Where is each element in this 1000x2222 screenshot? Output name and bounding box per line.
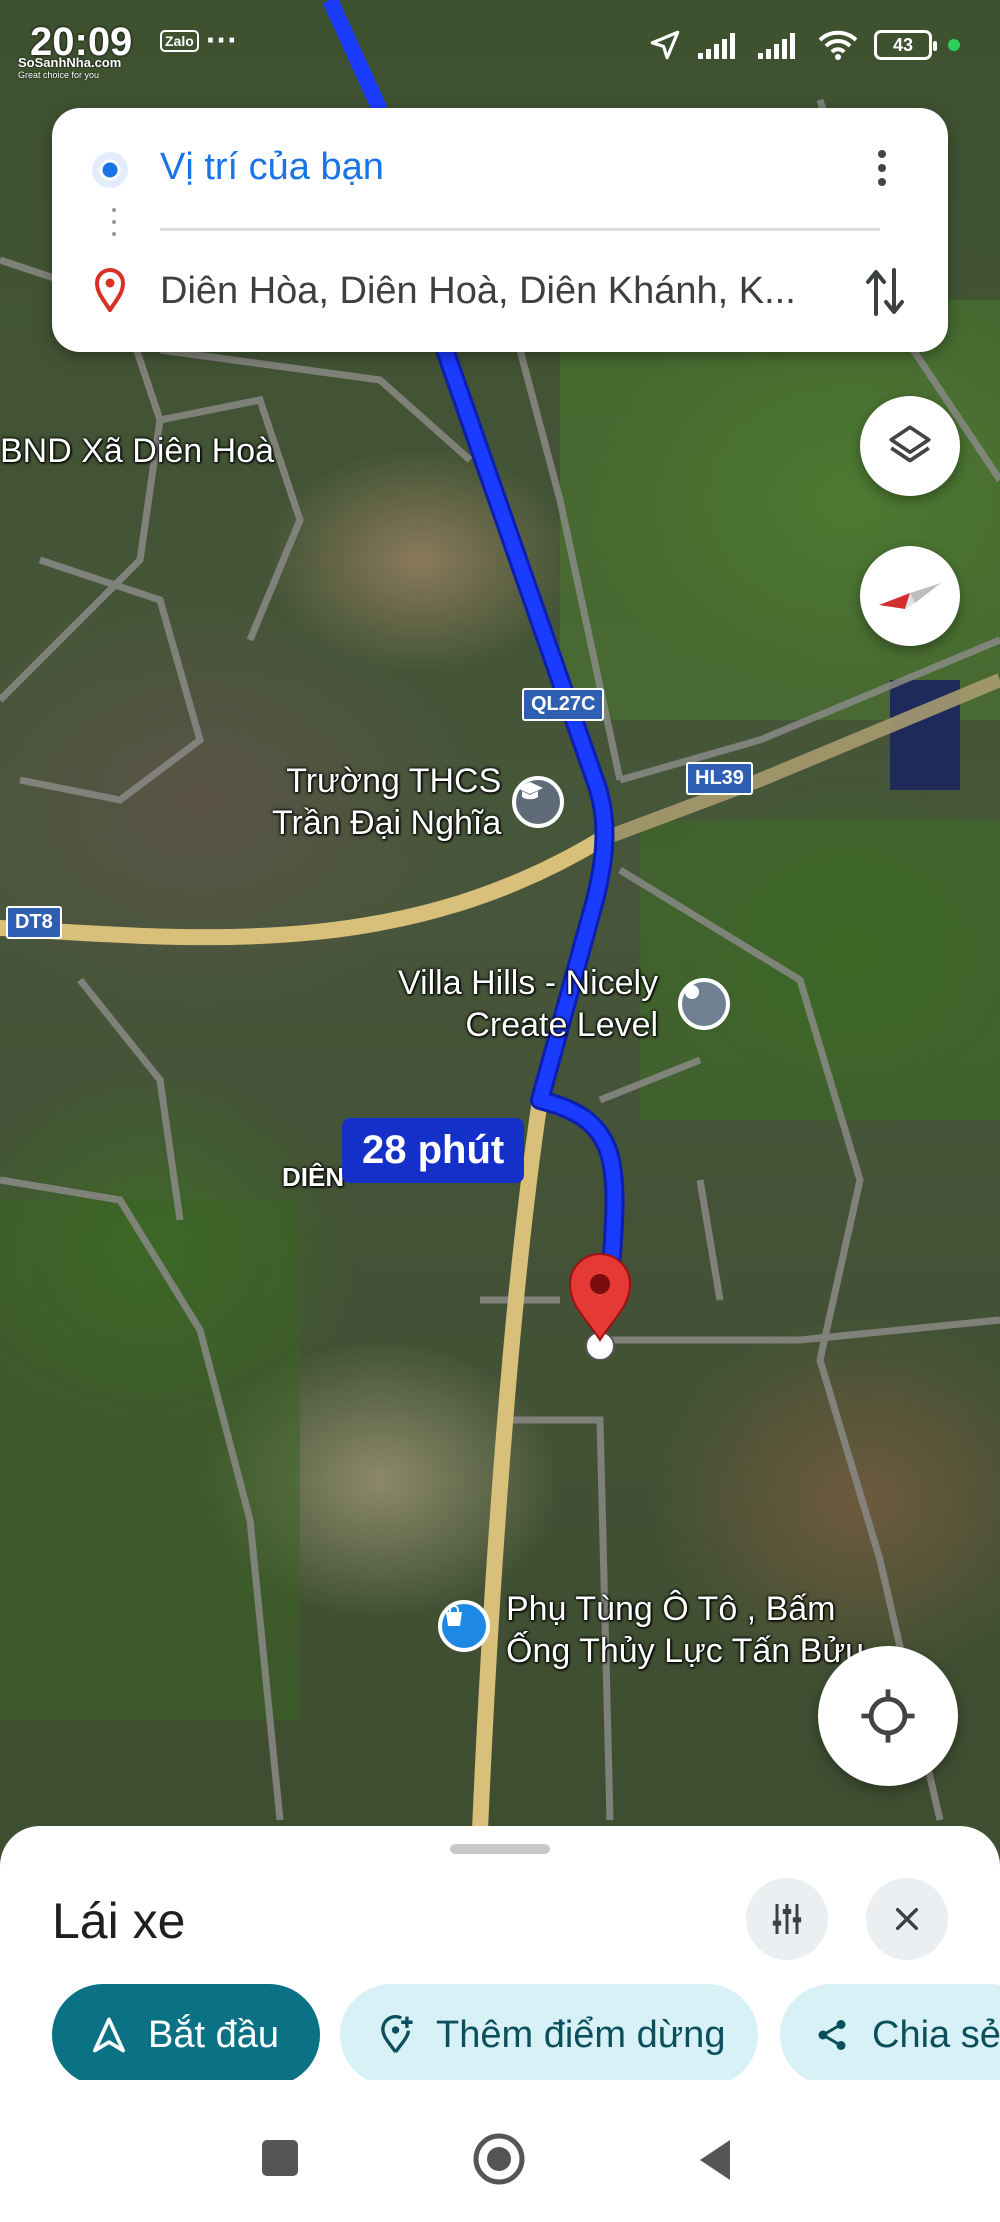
label-ubnd[interactable]: BND Xã Diên Hoà bbox=[0, 430, 274, 472]
school-icon[interactable] bbox=[512, 776, 564, 828]
crosshair-icon bbox=[861, 1689, 915, 1743]
drag-handle[interactable] bbox=[450, 1844, 550, 1854]
close-button[interactable] bbox=[866, 1878, 948, 1960]
add-stop-button[interactable]: Thêm điểm dừng bbox=[340, 1984, 758, 2086]
share-icon bbox=[814, 2017, 850, 2053]
signal-1-icon bbox=[698, 33, 735, 59]
watermark-text: SoSanhNha.com bbox=[18, 55, 122, 70]
label-villa-line2: Create Level bbox=[465, 1006, 659, 1044]
my-location-button[interactable] bbox=[818, 1646, 958, 1786]
compass-icon bbox=[879, 583, 941, 609]
signal-2-icon bbox=[758, 33, 795, 59]
label-school-line1: Trường THCS bbox=[286, 762, 502, 800]
label-villa-line1: Villa Hills - Nicely bbox=[398, 964, 659, 1002]
destination-pin-outline-icon bbox=[94, 268, 126, 312]
status-icons: 43 bbox=[648, 28, 960, 62]
label-shop-line1: Phụ Tùng Ô Tô , Bấm bbox=[506, 1590, 836, 1628]
start-label: Bắt đầu bbox=[148, 2013, 279, 2056]
layers-icon bbox=[889, 425, 931, 463]
route-duration-badge[interactable]: 28 phút bbox=[342, 1118, 525, 1183]
label-area: DIÊN bbox=[282, 1162, 345, 1192]
destination-field[interactable]: Diên Hòa, Diên Hoà, Diên Khánh, K... bbox=[160, 270, 860, 313]
wifi-icon bbox=[818, 30, 858, 60]
tune-icon bbox=[772, 1904, 802, 1934]
back-button[interactable] bbox=[696, 2138, 736, 2182]
shield-ql27c: QL27C bbox=[522, 688, 605, 721]
label-school-line2: Trần Đại Nghĩa bbox=[272, 804, 502, 842]
close-icon bbox=[895, 1907, 919, 1931]
system-navigation-bar bbox=[0, 2080, 1000, 2222]
watermark-subtext: Great choice for you bbox=[18, 70, 100, 80]
navigation-arrow-icon bbox=[92, 2016, 126, 2054]
more-notifications-icon: ··· bbox=[206, 22, 238, 58]
travel-mode-title: Lái xe bbox=[52, 1893, 186, 1949]
destination-pin-icon[interactable] bbox=[566, 1250, 636, 1360]
shield-dt8: DT8 bbox=[6, 906, 62, 939]
battery-icon: 43 bbox=[874, 30, 937, 60]
more-vert-icon[interactable] bbox=[870, 146, 894, 190]
watermark: SoSanhNha.com Great choice for you bbox=[18, 55, 121, 80]
label-school[interactable]: Trường THCS Trần Đại Nghĩa bbox=[272, 760, 501, 844]
zalo-notification-icon: Zalo bbox=[160, 30, 199, 52]
privacy-indicator-dot bbox=[948, 39, 960, 51]
status-bar: 20:09 SoSanhNha.com Great choice for you… bbox=[0, 0, 1000, 100]
swap-vert-icon[interactable] bbox=[864, 266, 906, 318]
origin-field[interactable]: Vị trí của bạn bbox=[160, 146, 860, 189]
route-options-button[interactable] bbox=[746, 1878, 828, 1960]
label-shop-line2: Ống Thủy Lực Tấn Bửu bbox=[506, 1632, 865, 1670]
destination-row[interactable]: Diên Hòa, Diên Hoà, Diên Khánh, K... bbox=[52, 248, 948, 338]
divider bbox=[160, 228, 880, 231]
recents-button[interactable] bbox=[262, 2140, 298, 2176]
home-button[interactable] bbox=[472, 2132, 526, 2186]
shopping-bag-icon[interactable] bbox=[438, 1600, 490, 1652]
location-arrow-icon bbox=[650, 30, 680, 60]
origin-row[interactable]: Vị trí của bạn bbox=[52, 124, 948, 214]
label-shop[interactable]: Phụ Tùng Ô Tô , Bấm Ống Thủy Lực Tấn Bửu bbox=[506, 1588, 864, 1672]
share-label: Chia sẻ bbox=[872, 2013, 1000, 2056]
share-button[interactable]: Chia sẻ bbox=[780, 1984, 1000, 2086]
label-villa[interactable]: Villa Hills - Nicely Create Level bbox=[398, 962, 658, 1046]
directions-card: Vị trí của bạn Diên Hòa, Diên Hoà, Diên … bbox=[52, 108, 948, 352]
start-navigation-button[interactable]: Bắt đầu bbox=[52, 1984, 320, 2086]
shield-hl39: HL39 bbox=[686, 762, 753, 795]
location-pin-icon[interactable] bbox=[678, 978, 730, 1030]
add-location-icon bbox=[380, 2015, 414, 2055]
compass-button[interactable] bbox=[860, 546, 960, 646]
layers-button[interactable] bbox=[860, 396, 960, 496]
my-location-dot-icon bbox=[92, 152, 128, 188]
add-stop-label: Thêm điểm dừng bbox=[436, 2013, 726, 2056]
